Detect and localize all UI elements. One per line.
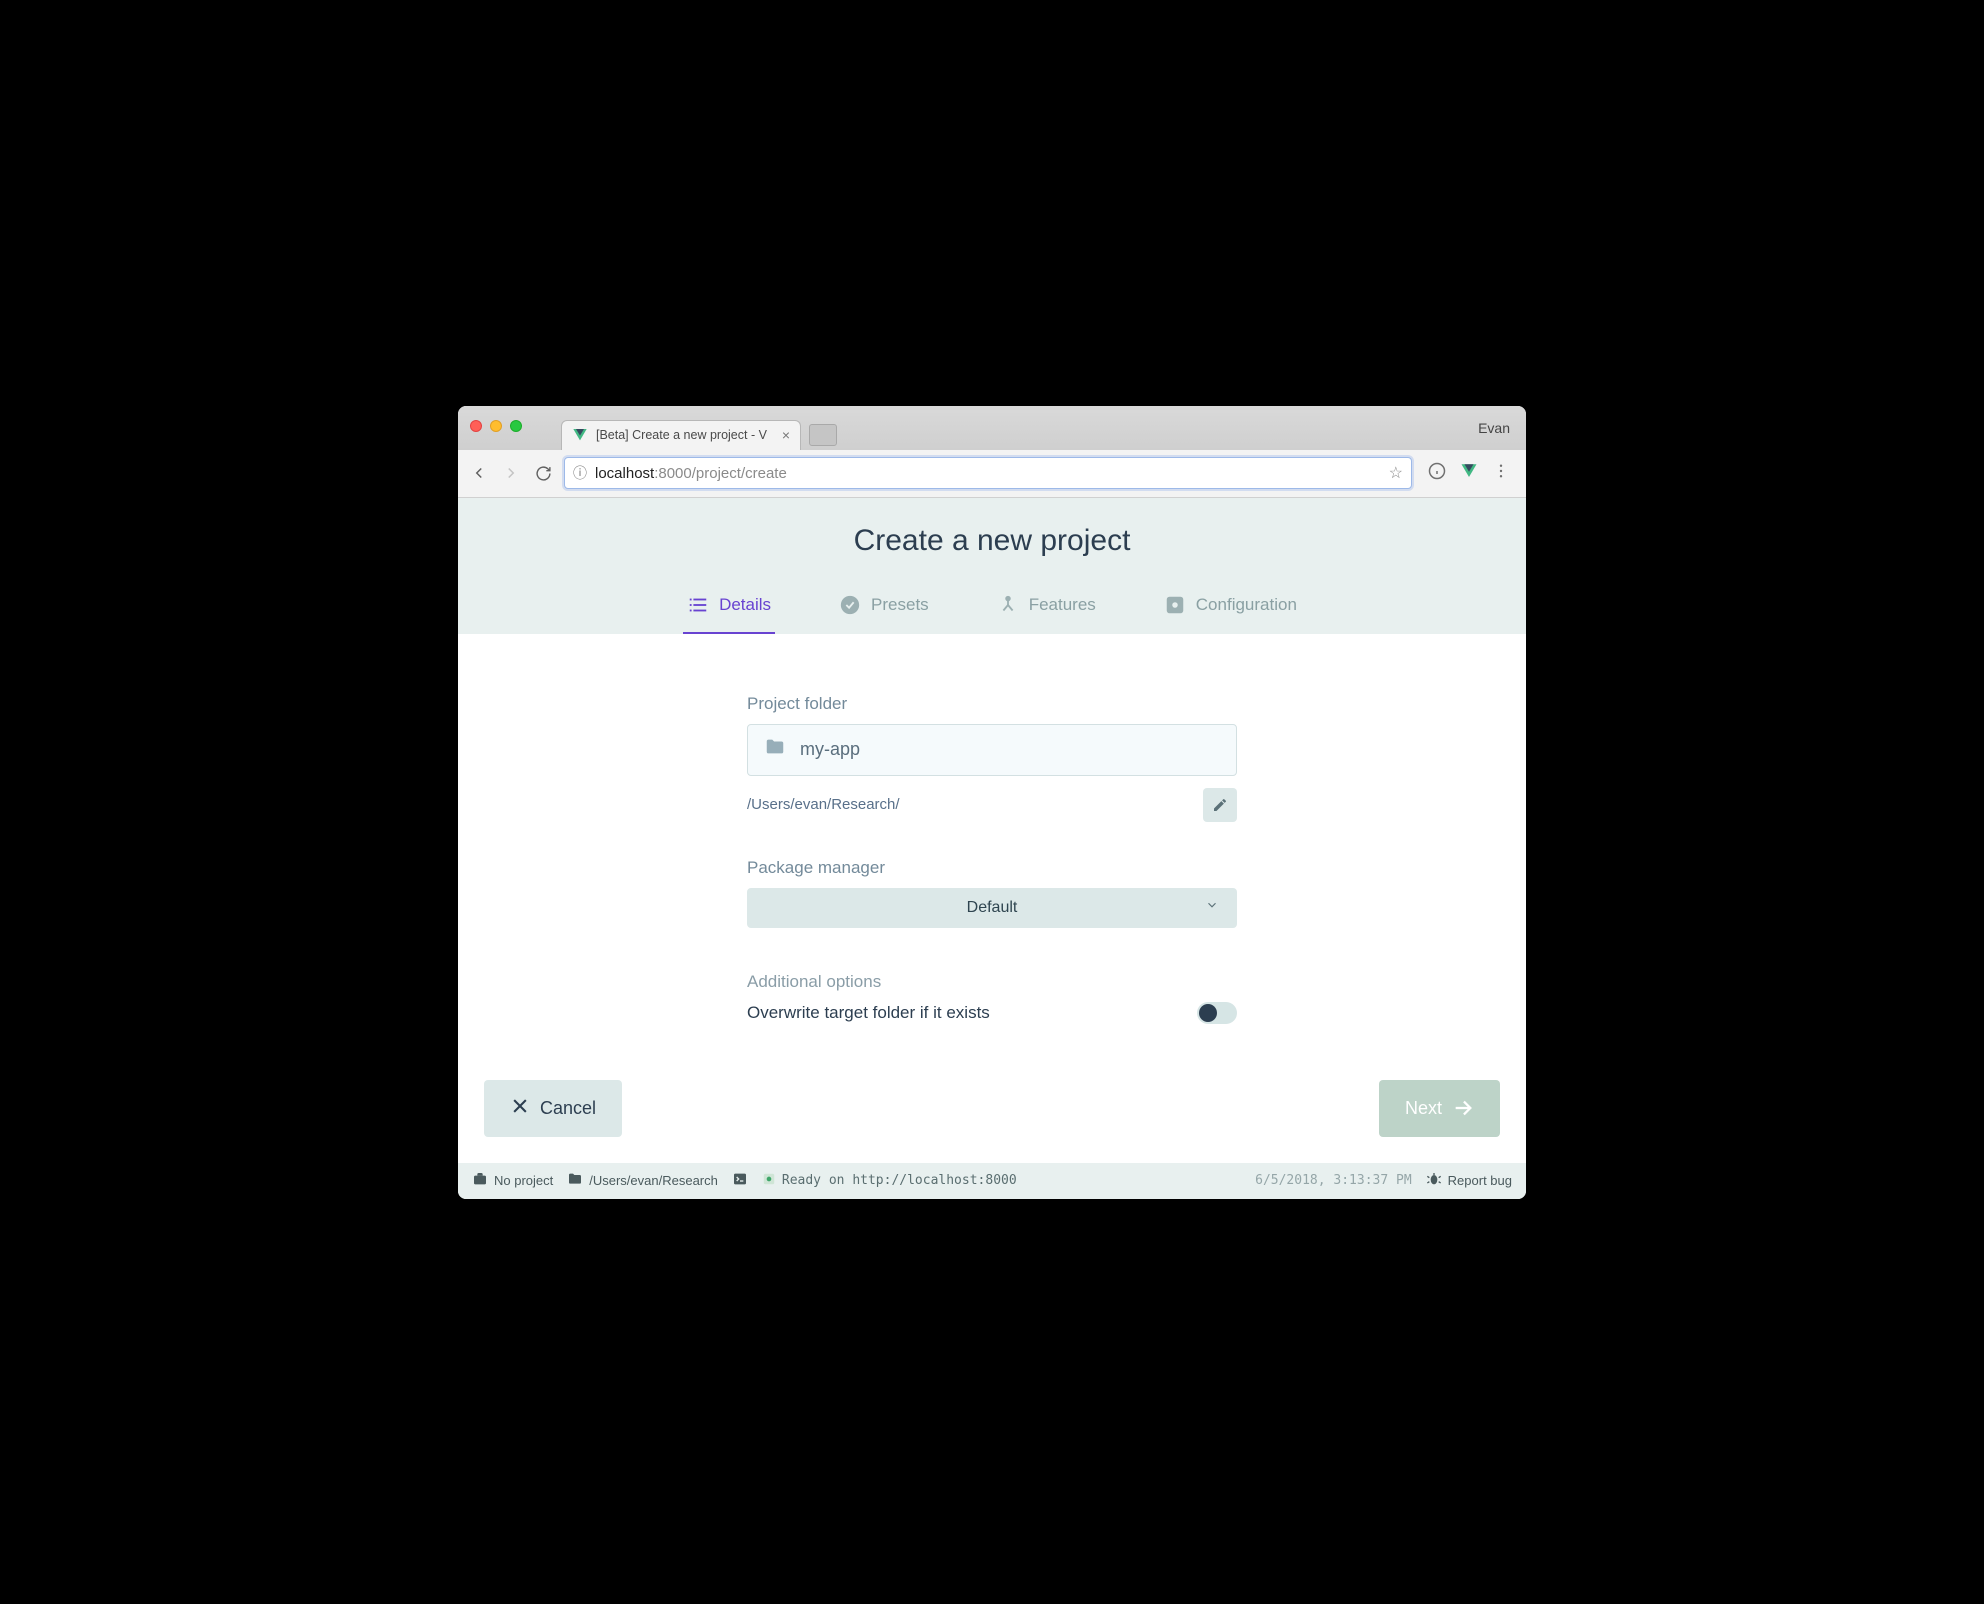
next-button-label: Next	[1405, 1098, 1442, 1119]
form-content: Project folder /Users/evan/Research/ Pac…	[458, 634, 1526, 1064]
package-manager-label: Package manager	[747, 858, 1237, 878]
bug-icon	[1426, 1171, 1442, 1190]
browser-profile-name[interactable]: Evan	[1478, 420, 1518, 436]
tab-label: Configuration	[1196, 595, 1297, 615]
new-tab-button[interactable]	[809, 424, 837, 446]
briefcase-icon	[472, 1171, 488, 1190]
toolbar-right-icons	[1422, 462, 1516, 485]
edit-path-button[interactable]	[1203, 788, 1237, 822]
browser-window: [Beta] Create a new project - V × Evan ⓘ…	[458, 406, 1526, 1199]
terminal-icon	[732, 1171, 748, 1190]
project-folder-input-wrapper[interactable]	[747, 724, 1237, 776]
window-controls	[470, 420, 522, 432]
project-folder-path: /Users/evan/Research/	[747, 796, 900, 813]
arrow-right-icon	[1452, 1097, 1474, 1119]
tab-label: Features	[1029, 595, 1096, 615]
vue-favicon-icon	[572, 427, 588, 443]
status-bar: No project /Users/evan/Research Ready on…	[458, 1163, 1526, 1199]
additional-options-label: Additional options	[747, 972, 1237, 992]
status-project[interactable]: No project	[472, 1171, 553, 1190]
page-title: Create a new project	[458, 524, 1526, 558]
tab-features[interactable]: Features	[993, 582, 1100, 634]
browser-tabbar: [Beta] Create a new project - V × Evan	[458, 406, 1526, 450]
app-header: Create a new project Details Presets Fea…	[458, 498, 1526, 634]
browser-tab[interactable]: [Beta] Create a new project - V ×	[561, 420, 801, 450]
status-timestamp: 6/5/2018, 3:13:37 PM	[1255, 1173, 1412, 1188]
status-console-icon[interactable]	[732, 1171, 748, 1190]
package-manager-value: Default	[967, 899, 1018, 917]
tab-details[interactable]: Details	[683, 582, 775, 634]
bookmark-star-icon[interactable]: ☆	[1389, 463, 1403, 483]
cancel-button[interactable]: Cancel	[484, 1080, 622, 1137]
list-icon	[687, 594, 709, 616]
tab-title: [Beta] Create a new project - V	[596, 428, 767, 442]
package-manager-select[interactable]: Default	[747, 888, 1237, 928]
overwrite-toggle[interactable]	[1197, 1002, 1237, 1024]
gear-icon	[1164, 594, 1186, 616]
nav-reload-button[interactable]	[532, 462, 554, 484]
info-extension-icon[interactable]	[1428, 462, 1446, 485]
folder-icon	[764, 736, 786, 763]
wizard-tabs: Details Presets Features Configuration	[458, 582, 1526, 634]
check-circle-icon	[839, 594, 861, 616]
window-minimize-button[interactable]	[490, 420, 502, 432]
browser-toolbar: ⓘ localhost:8000/project/create ☆	[458, 450, 1526, 498]
nav-forward-button[interactable]	[500, 462, 522, 484]
chevron-down-icon	[1205, 898, 1219, 917]
address-bar[interactable]: ⓘ localhost:8000/project/create ☆	[564, 457, 1412, 489]
tab-configuration[interactable]: Configuration	[1160, 582, 1301, 634]
site-info-icon[interactable]: ⓘ	[573, 463, 587, 483]
status-ready: Ready on http://localhost:8000	[762, 1172, 1017, 1189]
overwrite-option-label: Overwrite target folder if it exists	[747, 1003, 990, 1023]
status-cwd[interactable]: /Users/evan/Research	[567, 1171, 718, 1190]
window-maximize-button[interactable]	[510, 420, 522, 432]
nav-back-button[interactable]	[468, 462, 490, 484]
action-bar: Cancel Next	[458, 1064, 1526, 1163]
vue-devtools-icon[interactable]	[1460, 462, 1478, 485]
tab-presets[interactable]: Presets	[835, 582, 933, 634]
next-button[interactable]: Next	[1379, 1080, 1500, 1137]
window-close-button[interactable]	[470, 420, 482, 432]
cancel-button-label: Cancel	[540, 1098, 596, 1119]
toggle-knob	[1199, 1004, 1217, 1022]
report-bug-button[interactable]: Report bug	[1426, 1171, 1512, 1190]
close-icon	[510, 1096, 530, 1121]
merge-icon	[997, 594, 1019, 616]
address-url: localhost:8000/project/create	[595, 465, 787, 482]
folder-icon	[567, 1171, 583, 1190]
pencil-icon	[1212, 797, 1228, 813]
tab-label: Presets	[871, 595, 929, 615]
tab-label: Details	[719, 595, 771, 615]
tab-close-icon[interactable]: ×	[782, 427, 790, 443]
project-folder-label: Project folder	[747, 694, 1237, 714]
project-folder-input[interactable]	[800, 739, 1220, 760]
status-dot-icon	[762, 1172, 776, 1189]
browser-menu-icon[interactable]	[1492, 462, 1510, 485]
